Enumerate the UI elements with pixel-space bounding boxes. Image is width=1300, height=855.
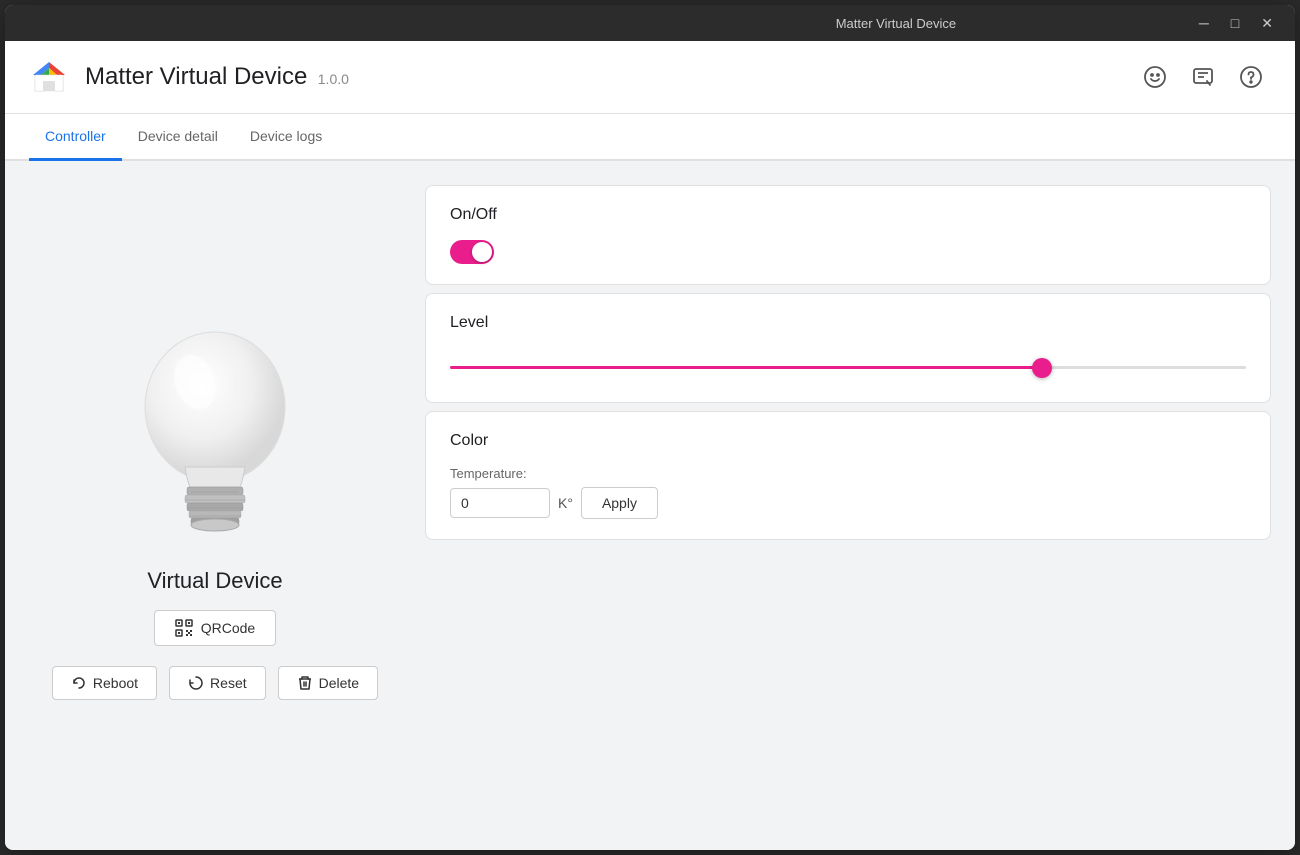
- feedback-button[interactable]: [1183, 57, 1223, 97]
- reset-button[interactable]: Reset: [169, 666, 266, 700]
- minimize-button[interactable]: ─: [1189, 12, 1219, 34]
- action-buttons: Reboot Reset: [52, 666, 378, 700]
- maximize-button[interactable]: □: [1221, 12, 1249, 34]
- header-title-group: Matter Virtual Device 1.0.0: [85, 63, 349, 91]
- title-bar: Matter Virtual Device ─ □ ✕: [5, 5, 1295, 41]
- reset-icon: [188, 675, 204, 691]
- app-logo: [29, 57, 69, 97]
- header-actions: [1135, 57, 1271, 97]
- temperature-label: Temperature:: [450, 466, 1246, 481]
- right-panel: On/Off Level Color Temperature:: [425, 161, 1295, 850]
- window-controls: ─ □ ✕: [1189, 12, 1283, 34]
- color-title: Color: [450, 432, 1246, 450]
- emoji-icon: [1143, 65, 1167, 89]
- tab-controller[interactable]: Controller: [29, 114, 122, 161]
- app-version: 1.0.0: [318, 71, 349, 87]
- device-name: Virtual Device: [147, 568, 282, 594]
- on-off-title: On/Off: [450, 206, 1246, 224]
- toggle-slider: [450, 240, 494, 264]
- apply-button[interactable]: Apply: [581, 487, 658, 519]
- reset-label: Reset: [210, 675, 247, 691]
- slider-wrapper: [450, 348, 1246, 382]
- help-icon: [1239, 65, 1263, 89]
- app-name: Matter Virtual Device: [85, 63, 307, 90]
- help-button[interactable]: [1231, 57, 1271, 97]
- temperature-row: K° Apply: [450, 487, 1246, 519]
- left-panel: Virtual Device: [5, 161, 425, 850]
- tab-bar: Controller Device detail Device logs: [5, 114, 1295, 161]
- toggle-wrapper: [450, 240, 1246, 264]
- header-left: Matter Virtual Device 1.0.0: [29, 57, 349, 97]
- emoji-button[interactable]: [1135, 57, 1175, 97]
- reboot-label: Reboot: [93, 675, 138, 691]
- bulb-container: Virtual Device: [52, 312, 378, 700]
- close-button[interactable]: ✕: [1251, 12, 1283, 34]
- main-content: Virtual Device: [5, 161, 1295, 850]
- delete-label: Delete: [319, 675, 359, 691]
- temperature-input[interactable]: [450, 488, 550, 518]
- reboot-button[interactable]: Reboot: [52, 666, 157, 700]
- color-card: Color Temperature: K° Apply: [425, 411, 1271, 540]
- qrcode-icon: [175, 619, 193, 637]
- level-slider[interactable]: [450, 366, 1246, 369]
- level-card: Level: [425, 293, 1271, 403]
- app-window: Matter Virtual Device ─ □ ✕: [5, 5, 1295, 850]
- level-title: Level: [450, 314, 1246, 332]
- reboot-icon: [71, 675, 87, 691]
- bulb-image: [115, 312, 315, 552]
- qrcode-button[interactable]: QRCode: [154, 610, 276, 646]
- qrcode-label: QRCode: [201, 620, 255, 636]
- on-off-toggle[interactable]: [450, 240, 494, 264]
- feedback-icon: [1191, 65, 1215, 89]
- title-bar-title: Matter Virtual Device: [603, 16, 1189, 31]
- delete-button[interactable]: Delete: [278, 666, 378, 700]
- app-header: Matter Virtual Device 1.0.0: [5, 41, 1295, 114]
- tab-device-detail[interactable]: Device detail: [122, 114, 234, 161]
- tab-device-logs[interactable]: Device logs: [234, 114, 338, 161]
- temperature-unit: K°: [558, 495, 573, 511]
- on-off-card: On/Off: [425, 185, 1271, 285]
- delete-icon: [297, 675, 313, 691]
